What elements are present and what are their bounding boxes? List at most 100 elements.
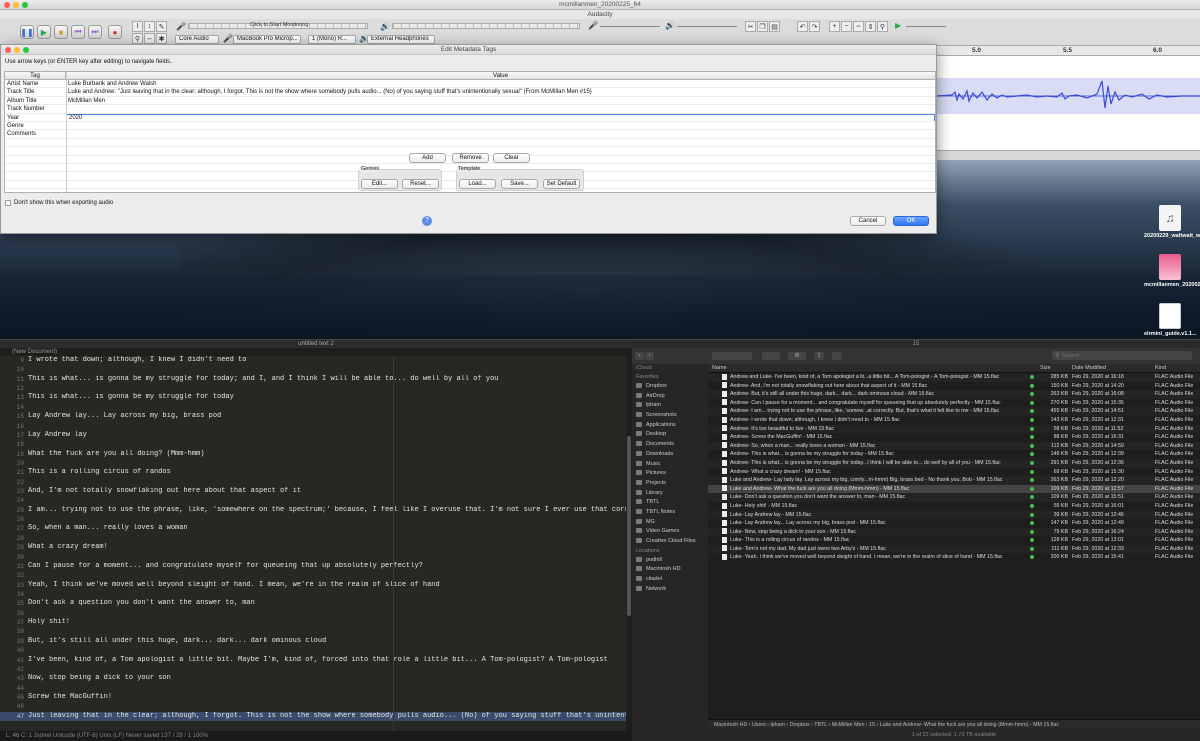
code-line[interactable]: [28, 459, 626, 468]
metadata-value[interactable]: McMillan Men: [68, 97, 105, 104]
metadata-tag[interactable]: Artist Name: [7, 80, 38, 87]
file-row[interactable]: Luke- Now, stop being a dick to your son…: [708, 527, 1200, 537]
code-line[interactable]: [28, 496, 626, 505]
undo-icon[interactable]: ↶: [797, 21, 808, 32]
sidebar-item[interactable]: citadel: [632, 575, 708, 585]
fit-project-icon[interactable]: ⇕: [865, 21, 876, 32]
code-line[interactable]: [28, 646, 626, 655]
playback-volume-slider[interactable]: [677, 26, 737, 27]
timeline-ruler[interactable]: 5.0 5.5 6.0: [937, 46, 1200, 56]
editor-tab[interactable]: (New Document): [0, 348, 632, 356]
genres-reset-button[interactable]: Reset...: [402, 179, 439, 189]
play-button[interactable]: ▶: [37, 25, 51, 39]
waveform[interactable]: [936, 78, 1200, 114]
back-icon[interactable]: ‹: [635, 352, 644, 360]
zoom-toggle-icon[interactable]: ⚲: [877, 21, 888, 32]
desktop-file-2[interactable]: mcmillanmen_20200225_64.mp3: [1144, 254, 1200, 289]
paste-icon[interactable]: ▤: [769, 21, 780, 32]
code-line[interactable]: [28, 422, 626, 431]
template-load-button[interactable]: Load...: [459, 179, 496, 189]
multi-tool-icon[interactable]: ✱: [156, 33, 167, 44]
code-line[interactable]: [28, 384, 626, 393]
col-tag-header[interactable]: Tag: [5, 72, 66, 80]
code-line[interactable]: [28, 478, 626, 487]
date-column-header[interactable]: Date Modified: [1072, 364, 1106, 373]
code-line[interactable]: But, it's still all under this huge, dar…: [28, 637, 626, 646]
code-line[interactable]: [28, 553, 626, 562]
code-line[interactable]: [28, 627, 626, 636]
metadata-row[interactable]: Track Number: [5, 105, 935, 114]
share-icon[interactable]: ⇪: [814, 352, 824, 360]
sidebar-item[interactable]: Music: [632, 460, 708, 470]
minimize-icon[interactable]: [13, 2, 19, 8]
metadata-value[interactable]: 2020: [66, 113, 935, 121]
sidebar-item[interactable]: Video Games: [632, 527, 708, 537]
code-line[interactable]: I am... trying not to use the phrase, li…: [28, 506, 626, 515]
editor-text-area[interactable]: I wrote that down; although, I knew I di…: [28, 356, 626, 731]
metadata-row[interactable]: Album Title McMillan Men: [5, 97, 935, 106]
sidebar-item[interactable]: TBTL: [632, 498, 708, 508]
clear-button[interactable]: Clear: [493, 153, 530, 163]
file-row[interactable]: Luke and Andrew- What the fuck are you a…: [708, 484, 1200, 494]
timeshift-tool-icon[interactable]: ↔: [144, 33, 155, 44]
code-line[interactable]: Lay Andrew lay... Lay across my big, bra…: [28, 412, 626, 421]
metadata-row[interactable]: Year 2020: [5, 113, 935, 122]
sidebar-item[interactable]: Applications: [632, 421, 708, 431]
metadata-empty-row[interactable]: [5, 139, 935, 148]
sidebar-item[interactable]: TBTL Notes: [632, 508, 708, 518]
code-line[interactable]: [28, 702, 626, 711]
code-line[interactable]: So, when a man... really loves a woman: [28, 524, 626, 533]
monitor-label[interactable]: Click to Start Monitoring: [250, 22, 308, 28]
remove-button[interactable]: Remove: [452, 153, 489, 163]
gear-icon[interactable]: ⚙: [788, 352, 806, 360]
cancel-button[interactable]: Cancel: [850, 216, 886, 226]
code-line[interactable]: [28, 534, 626, 543]
code-line[interactable]: This is what... is gonna be my struggle …: [28, 393, 626, 402]
fit-selection-icon[interactable]: ⇔: [853, 21, 864, 32]
dialog-zoom-icon[interactable]: [23, 47, 29, 53]
metadata-row[interactable]: Artist Name Luke Burbank and Andrew Walsh: [5, 80, 935, 89]
code-line[interactable]: Can I pause for a moment... and congratu…: [28, 562, 626, 571]
recording-device-select[interactable]: MacBook Pro Microp...: [233, 35, 301, 44]
scroll-thumb[interactable]: [627, 436, 631, 616]
code-line[interactable]: [28, 365, 626, 374]
code-line[interactable]: [28, 571, 626, 580]
record-button[interactable]: ●: [108, 25, 122, 39]
code-line[interactable]: [28, 590, 626, 599]
file-row[interactable]: Andrew- But, it's still all under this h…: [708, 390, 1200, 399]
file-row[interactable]: Andrew- What a crazy dream! - MM 15.flac…: [708, 468, 1200, 477]
skip-start-button[interactable]: ⏮: [71, 25, 85, 39]
dialog-close-icon[interactable]: [5, 47, 11, 53]
file-row[interactable]: Andrew- I wrote that down; although, I k…: [708, 416, 1200, 425]
code-line[interactable]: Yeah, I think we've moved well beyond sl…: [28, 581, 626, 590]
metadata-row[interactable]: Genre: [5, 122, 935, 131]
file-row[interactable]: Luke- This is a rolling circus of randos…: [708, 536, 1200, 545]
metadata-tag[interactable]: Album Title: [7, 97, 37, 104]
template-save-button[interactable]: Save...: [501, 179, 538, 189]
view-mode-icon[interactable]: [712, 352, 752, 360]
redo-icon[interactable]: ↷: [809, 21, 820, 32]
sidebar-item[interactable]: Pictures: [632, 469, 708, 479]
skip-end-button[interactable]: ⏭: [88, 25, 102, 39]
sidebar-item[interactable]: Projects: [632, 479, 708, 489]
metadata-row[interactable]: Comments: [5, 130, 935, 139]
file-row[interactable]: Luke- Don't ask a question you don't wan…: [708, 493, 1200, 502]
zoom-tool-icon[interactable]: ⚲: [132, 33, 143, 44]
sidebar-item[interactable]: Dropbox: [632, 382, 708, 392]
close-icon[interactable]: [4, 2, 10, 8]
code-line[interactable]: [28, 440, 626, 449]
metadata-tag[interactable]: Year: [7, 114, 19, 121]
zoom-icon[interactable]: [22, 2, 28, 8]
code-line[interactable]: Holy shit!: [28, 618, 626, 627]
sidebar-item[interactable]: Creative Cloud Files: [632, 537, 708, 547]
code-line[interactable]: Screw the MacGuffin!: [28, 693, 626, 702]
col-value-header[interactable]: Value: [66, 72, 935, 80]
sidebar-item[interactable]: AirDrop: [632, 392, 708, 402]
code-line[interactable]: And, I'm not totally snowflaking out her…: [28, 487, 626, 496]
tag-icon[interactable]: [832, 352, 842, 360]
file-row[interactable]: Luke- Lay Andrew lay - MM 15.flac 39 KB Fe…: [708, 510, 1200, 520]
selection-tool-icon[interactable]: I: [132, 21, 143, 32]
code-line[interactable]: I wrote that down; although, I knew I di…: [28, 356, 626, 365]
sidebar-item[interactable]: lpham: [632, 401, 708, 411]
metadata-tag[interactable]: Genre: [7, 122, 24, 129]
